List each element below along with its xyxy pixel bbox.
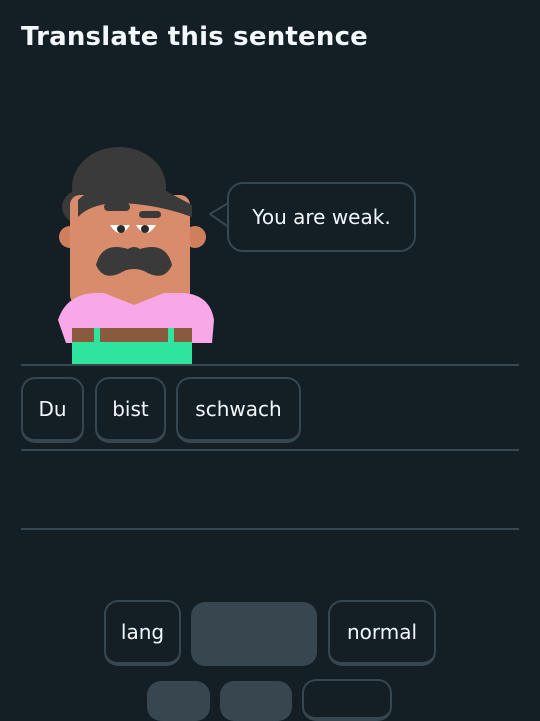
prompt-sentence: You are weak. <box>252 205 391 229</box>
character-illustration <box>58 147 214 365</box>
answer-tile-schwach[interactable]: schwach <box>176 377 301 443</box>
page-title: Translate this sentence <box>21 22 369 52</box>
word-bank-tile-placeholder <box>220 681 292 721</box>
word-bank-tile-partial[interactable] <box>302 679 392 721</box>
tile-label: bist <box>112 397 149 421</box>
word-bank-tile-lang[interactable]: lang <box>104 600 181 666</box>
character-pants <box>72 342 192 365</box>
speech-bubble: You are weak. <box>227 182 416 252</box>
word-bank-tile-normal[interactable]: normal <box>328 600 436 666</box>
answer-line-2 <box>21 449 519 451</box>
tile-label: Du <box>38 397 67 421</box>
tile-label: schwach <box>195 397 282 421</box>
answer-tile-du[interactable]: Du <box>21 377 84 443</box>
answer-line-3 <box>21 528 519 530</box>
word-bank-tile-placeholder <box>147 681 210 721</box>
answer-line-1 <box>21 364 519 366</box>
tile-label: normal <box>346 620 418 644</box>
word-bank-tile-placeholder <box>191 602 317 666</box>
tile-label: lang <box>120 620 165 644</box>
answer-tile-bist[interactable]: bist <box>95 377 166 443</box>
